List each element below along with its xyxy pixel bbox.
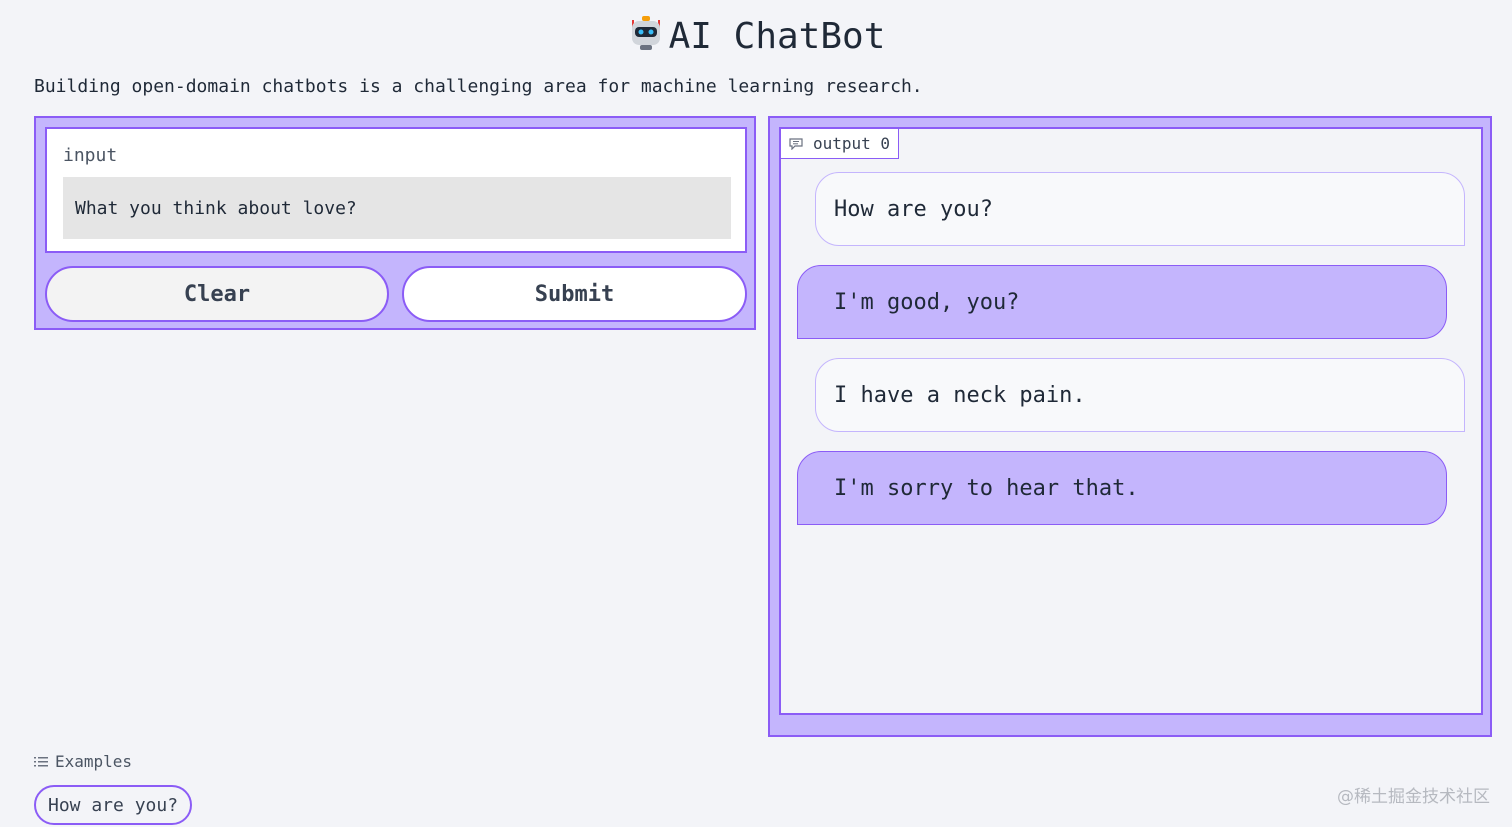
output-panel: output 0 How are you? I'm good, you? I h… [768, 116, 1492, 737]
message-text: How are you? [834, 196, 993, 222]
message-text: I'm good, you? [834, 289, 1020, 315]
clear-button[interactable]: Clear [45, 266, 389, 322]
message-text: I have a neck pain. [834, 382, 1086, 408]
message-user: How are you? [815, 172, 1465, 246]
message-bot: I'm good, you? [797, 265, 1447, 339]
examples-label-text: Examples [55, 752, 133, 771]
input-label: input [63, 145, 118, 166]
output-label-text: output 0 [813, 134, 891, 153]
watermark: @稀土掘金技术社区 [1337, 787, 1490, 807]
message-user: I have a neck pain. [815, 358, 1465, 432]
chat-area[interactable]: output 0 How are you? I'm good, you? I h… [779, 127, 1483, 715]
message-bot: I'm sorry to hear that. [797, 451, 1447, 525]
examples-label: Examples [34, 752, 132, 771]
input-panel: input Clear Submit [34, 116, 756, 330]
page-title: AI ChatBot [0, 14, 1512, 63]
message-input[interactable] [63, 177, 731, 239]
example-item[interactable]: How are you? [34, 785, 193, 825]
submit-button[interactable]: Submit [402, 266, 747, 322]
input-block: input [45, 127, 747, 253]
robot-icon [627, 14, 665, 63]
output-label: output 0 [781, 129, 900, 159]
page-description: Building open-domain chatbots is a chall… [34, 76, 923, 97]
list-icon [34, 756, 48, 768]
message-text: I'm sorry to hear that. [834, 475, 1139, 501]
chat-icon [789, 137, 803, 150]
page-title-text: AI ChatBot [668, 16, 886, 57]
